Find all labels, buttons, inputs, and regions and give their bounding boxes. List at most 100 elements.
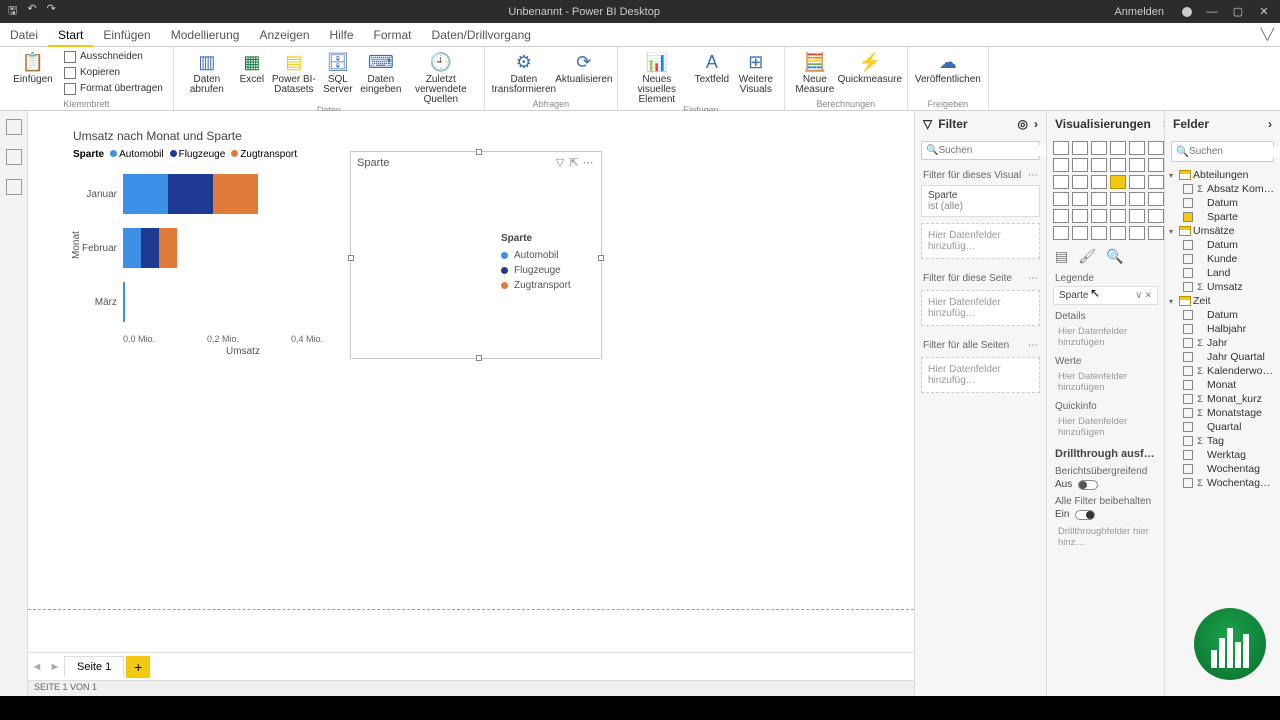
copy-button[interactable]: Kopieren — [62, 65, 165, 80]
field-node[interactable]: ΣTag — [1169, 434, 1276, 448]
field-node[interactable]: ΣMonatstage — [1169, 406, 1276, 420]
viz-type-icon[interactable] — [1129, 226, 1145, 240]
format-painter-button[interactable]: Format übertragen — [62, 81, 165, 96]
tab-start[interactable]: Start — [48, 23, 93, 47]
field-node[interactable]: Datum — [1169, 196, 1276, 210]
viz-type-icon[interactable] — [1091, 158, 1107, 172]
viz-type-icon[interactable] — [1053, 175, 1069, 189]
viz-type-icon[interactable] — [1129, 158, 1145, 172]
data-view-icon[interactable] — [6, 149, 22, 165]
tab-drillvorgang[interactable]: Daten/Drillvorgang — [422, 23, 541, 47]
field-node[interactable]: Kunde — [1169, 252, 1276, 266]
paste-button[interactable]: 📋Einfügen — [8, 49, 58, 85]
more-icon[interactable]: ⋯ — [581, 156, 595, 169]
more-visuals-button[interactable]: ⊞Weitere Visuals — [736, 49, 776, 95]
filter-drop-all[interactable]: Hier Datenfelder hinzufüg… — [921, 357, 1040, 393]
details-drop[interactable]: Hier Datenfelder hinzufügen — [1053, 324, 1158, 350]
viz-type-icon[interactable] — [1148, 209, 1164, 223]
viz-type-icon[interactable] — [1072, 209, 1088, 223]
cut-button[interactable]: Ausschneiden — [62, 49, 165, 64]
viz-type-icon[interactable] — [1110, 192, 1126, 206]
viz-type-icon[interactable] — [1129, 192, 1145, 206]
tab-hilfe[interactable]: Hilfe — [320, 23, 364, 47]
save-icon[interactable]: 🖫 — [8, 2, 17, 21]
viz-type-icon[interactable] — [1129, 175, 1145, 189]
values-drop[interactable]: Hier Datenfelder hinzufügen — [1053, 369, 1158, 395]
tab-format[interactable]: Format — [364, 23, 422, 47]
minimize-button[interactable]: — — [1206, 6, 1218, 18]
field-node[interactable]: Land — [1169, 266, 1276, 280]
signin-link[interactable]: Anmelden — [1114, 6, 1164, 18]
collapse-ribbon-icon[interactable]: ╲╱ — [1261, 28, 1274, 41]
collapse-icon[interactable]: › — [1268, 117, 1272, 131]
field-node[interactable]: ΣWochentag… — [1169, 476, 1276, 490]
filter-card-sparte[interactable]: Sparte ist (alle) — [921, 185, 1040, 217]
field-node[interactable]: ΣUmsatz — [1169, 280, 1276, 294]
new-visual-button[interactable]: 📊Neues visuelles Element — [626, 49, 688, 105]
pbi-datasets-button[interactable]: ▤Power BI-Datasets — [272, 49, 316, 95]
format-tab-icon[interactable]: 🖌 — [1078, 248, 1096, 265]
viz-type-icon[interactable] — [1129, 141, 1145, 155]
viz-type-icon[interactable] — [1110, 226, 1126, 240]
viz-type-icon[interactable] — [1148, 192, 1164, 206]
viz-type-icon[interactable] — [1148, 226, 1164, 240]
tab-anzeigen[interactable]: Anzeigen — [249, 23, 319, 47]
field-node[interactable]: ΣKalenderwo… — [1169, 364, 1276, 378]
viz-type-icon[interactable] — [1148, 158, 1164, 172]
viz-type-icon[interactable] — [1072, 141, 1088, 155]
legend-field-well[interactable]: Sparte∨✕ — [1053, 286, 1158, 305]
filter-icon[interactable]: ▽ — [553, 156, 567, 169]
field-node[interactable]: Werktag — [1169, 448, 1276, 462]
viz-type-icon[interactable] — [1110, 209, 1126, 223]
table-node[interactable]: ▾Abteilungen — [1169, 168, 1276, 182]
publish-button[interactable]: ☁Veröffentlichen — [916, 49, 980, 85]
excel-button[interactable]: ▦Excel — [236, 49, 268, 85]
table-node[interactable]: ▾Zeit — [1169, 294, 1276, 308]
field-node[interactable]: ΣAbsatz Kom… — [1169, 182, 1276, 196]
tab-datei[interactable]: Datei — [0, 23, 48, 47]
field-node[interactable]: Wochentag — [1169, 462, 1276, 476]
field-node[interactable]: Sparte — [1169, 210, 1276, 224]
prev-page-button[interactable]: ◄ — [28, 661, 46, 673]
field-node[interactable]: Monat — [1169, 378, 1276, 392]
maximize-button[interactable]: ▢ — [1232, 5, 1244, 18]
enter-data-button[interactable]: ⌨Daten eingeben — [360, 49, 402, 95]
viz-type-icon[interactable] — [1072, 158, 1088, 172]
cross-report-toggle[interactable] — [1078, 480, 1098, 490]
add-page-button[interactable]: + — [126, 656, 150, 678]
field-node[interactable]: ΣMonat_kurz — [1169, 392, 1276, 406]
tab-modellierung[interactable]: Modellierung — [161, 23, 250, 47]
viz-type-icon[interactable] — [1148, 175, 1164, 189]
eye-icon[interactable]: ◎ — [1018, 117, 1028, 131]
viz-type-icon[interactable] — [1053, 209, 1069, 223]
field-node[interactable]: Datum — [1169, 238, 1276, 252]
field-node[interactable]: Halbjahr — [1169, 322, 1276, 336]
avatar-icon[interactable] — [1182, 7, 1192, 17]
focus-icon[interactable]: ⇱ — [567, 156, 581, 169]
get-data-button[interactable]: ▥Daten abrufen — [182, 49, 232, 95]
viz-type-icon[interactable] — [1148, 141, 1164, 155]
quickmeasure-button[interactable]: ⚡Quickmeasure — [841, 49, 899, 85]
slicer-visual[interactable]: Sparte ▽ ⇱ ⋯ Sparte Automobil Flugzeuge … — [350, 151, 602, 359]
stacked-bar-chart[interactable]: Umsatz nach Monat und Sparte Sparte Auto… — [73, 129, 353, 357]
refresh-button[interactable]: ⟳Aktualisieren — [559, 49, 609, 85]
viz-type-icon[interactable] — [1053, 158, 1069, 172]
viz-type-icon[interactable] — [1129, 209, 1145, 223]
viz-type-icon[interactable] — [1110, 141, 1126, 155]
undo-icon[interactable]: ↶ — [27, 2, 36, 21]
sql-server-button[interactable]: 🗄SQL Server — [320, 49, 356, 95]
keep-filters-toggle[interactable] — [1075, 510, 1095, 520]
viz-type-icon[interactable] — [1110, 175, 1126, 189]
viz-type-icon[interactable] — [1091, 209, 1107, 223]
viz-type-icon[interactable] — [1110, 158, 1126, 172]
model-view-icon[interactable] — [6, 179, 22, 195]
drillthrough-drop[interactable]: Drillthroughfelder hier hinz… — [1053, 524, 1158, 550]
filter-drop-page[interactable]: Hier Datenfelder hinzufüg… — [921, 290, 1040, 326]
transform-data-button[interactable]: ⚙Daten transformieren — [493, 49, 555, 95]
tooltip-drop[interactable]: Hier Datenfelder hinzufügen — [1053, 414, 1158, 440]
textbox-button[interactable]: ATextfeld — [692, 49, 732, 85]
field-node[interactable]: Jahr Quartal — [1169, 350, 1276, 364]
recent-sources-button[interactable]: 🕘Zuletzt verwendete Quellen — [406, 49, 476, 105]
analytics-tab-icon[interactable]: 🔍 — [1106, 248, 1123, 265]
filter-drop-visual[interactable]: Hier Datenfelder hinzufüg… — [921, 223, 1040, 259]
